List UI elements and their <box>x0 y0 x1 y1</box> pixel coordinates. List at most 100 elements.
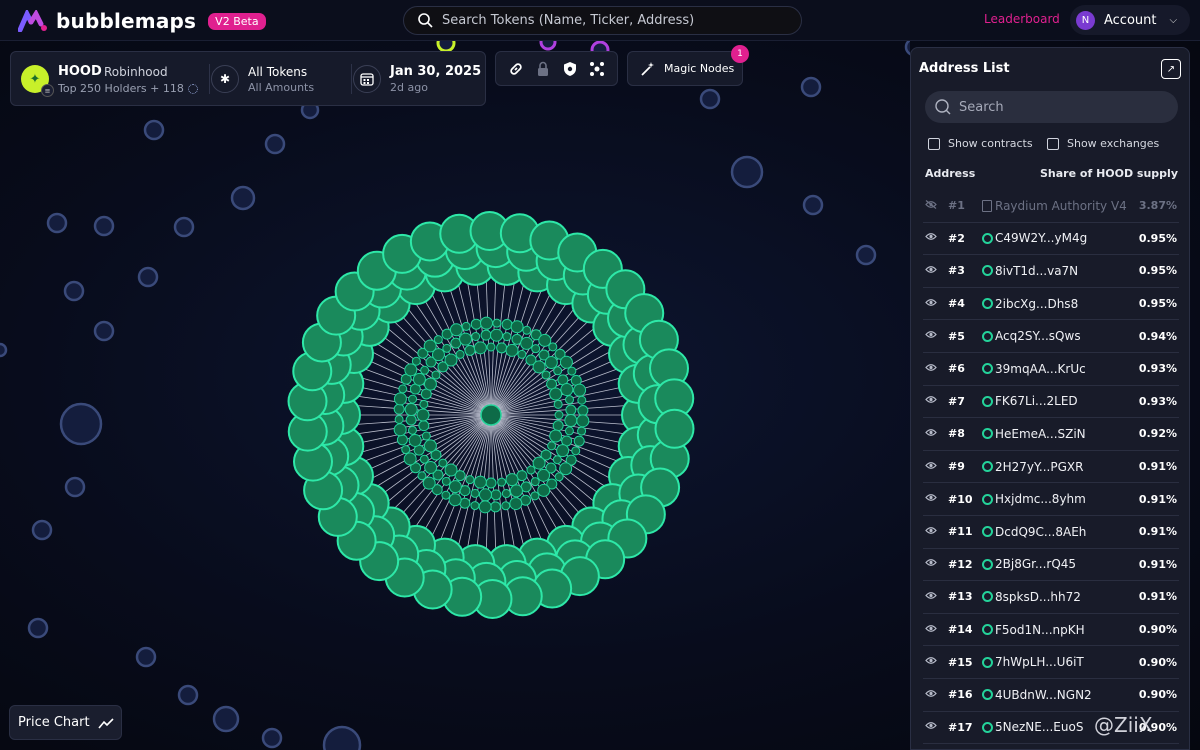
holder-bubble[interactable] <box>444 463 458 477</box>
holder-bubble[interactable] <box>577 405 589 417</box>
address-row[interactable]: #8 HeEmeA...SZiN 0.92% <box>923 418 1179 451</box>
row-address[interactable]: HeEmeA...SZiN <box>995 427 1086 441</box>
show-exchanges-toggle[interactable]: Show exchanges <box>1047 137 1159 150</box>
holder-bubble[interactable] <box>552 420 564 432</box>
holder-bubble[interactable] <box>802 194 824 216</box>
holder-bubble[interactable] <box>730 155 764 189</box>
holder-bubble[interactable] <box>501 489 511 499</box>
address-row[interactable]: #15 7hWpLH...U6iT 0.90% <box>923 646 1179 679</box>
expand-icon[interactable]: ↗ <box>1161 59 1181 79</box>
holder-bubble[interactable] <box>396 434 408 446</box>
holder-bubble[interactable] <box>261 727 283 749</box>
holder-bubble[interactable] <box>532 360 546 374</box>
holder-bubble[interactable] <box>553 366 563 376</box>
holder-bubble[interactable] <box>173 216 195 238</box>
price-chart-button[interactable]: Price Chart <box>9 705 122 740</box>
holder-bubble[interactable] <box>421 431 431 441</box>
share-column-header[interactable]: Share of HOOD supply <box>1040 167 1178 180</box>
row-address[interactable]: 39mqAA...KrUc <box>995 362 1086 376</box>
address-row[interactable]: #6 39mqAA...KrUc 0.93% <box>923 353 1179 386</box>
address-column-header[interactable]: Address <box>925 167 975 180</box>
holder-bubble[interactable] <box>505 473 519 487</box>
holder-bubble[interactable] <box>560 383 574 397</box>
row-address[interactable]: Acq2SY...sQws <box>995 329 1081 343</box>
holder-bubble[interactable] <box>419 399 429 409</box>
holder-bubble[interactable] <box>471 331 481 341</box>
show-contracts-checkbox[interactable] <box>928 137 940 150</box>
holder-bubble[interactable] <box>436 41 456 53</box>
holder-bubble[interactable] <box>576 414 590 428</box>
eye-icon[interactable] <box>925 232 939 244</box>
holder-bubble[interactable] <box>423 377 437 391</box>
holder-bubble[interactable] <box>417 471 427 481</box>
brand-logo[interactable]: bubblemaps V2 Beta <box>18 9 266 33</box>
holder-bubble[interactable] <box>509 484 523 498</box>
holder-bubble[interactable] <box>93 215 115 237</box>
row-address[interactable]: 5NezNE...EuoS <box>995 720 1083 734</box>
leaderboard-link[interactable]: Leaderboard <box>984 12 1060 26</box>
row-address[interactable]: 7hWpLH...U6iT <box>995 655 1084 669</box>
holder-bubble[interactable] <box>559 355 573 369</box>
holder-bubble[interactable] <box>470 501 480 511</box>
eye-icon[interactable] <box>925 298 939 310</box>
holder-bubble[interactable] <box>549 387 563 401</box>
eye-icon[interactable] <box>925 395 939 407</box>
holder-bubble[interactable] <box>420 365 430 375</box>
holder-bubble[interactable] <box>699 88 721 110</box>
holder-bubble[interactable] <box>212 705 240 733</box>
holder-bubble[interactable] <box>448 493 462 507</box>
holder-bubble[interactable] <box>449 323 463 337</box>
holder-bubble[interactable] <box>473 341 487 355</box>
eye-icon[interactable] <box>925 330 939 342</box>
holder-bubble[interactable] <box>322 725 362 750</box>
holder-bubble[interactable] <box>522 325 532 335</box>
holder-bubble[interactable] <box>461 321 471 331</box>
row-address[interactable]: 8spksD...hh72 <box>995 590 1081 604</box>
holder-bubble[interactable] <box>416 408 430 422</box>
holder-bubble[interactable] <box>93 320 115 342</box>
holder-bubble[interactable] <box>800 76 822 98</box>
holder-bubble[interactable] <box>544 355 558 369</box>
holder-bubble[interactable] <box>510 320 524 334</box>
holder-bubble[interactable] <box>531 344 541 354</box>
holder-bubble[interactable] <box>520 336 534 350</box>
holder-bubble[interactable] <box>554 410 564 420</box>
address-search-input[interactable] <box>959 99 1159 115</box>
eye-icon[interactable] <box>925 591 939 603</box>
holder-bubble[interactable] <box>530 491 540 501</box>
holder-bubble[interactable] <box>403 452 417 466</box>
eye-icon[interactable] <box>925 363 939 375</box>
holder-bubble[interactable] <box>537 483 551 497</box>
holder-bubble[interactable] <box>404 402 418 416</box>
holder-bubble[interactable] <box>459 332 473 346</box>
row-address[interactable]: 2H27yY...PGXR <box>995 460 1083 474</box>
account-button[interactable]: N Account ⌵ <box>1070 5 1190 35</box>
token-search-input[interactable] <box>442 13 782 28</box>
link-icon[interactable] <box>505 58 527 80</box>
holder-bubble[interactable] <box>473 475 487 489</box>
calendar-icon[interactable] <box>353 65 381 93</box>
eye-icon[interactable] <box>925 493 939 505</box>
holder-bubble[interactable] <box>654 408 695 449</box>
holder-bubble[interactable] <box>442 343 452 353</box>
address-row[interactable]: #12 2Bj8Gr...rQ45 0.91% <box>923 549 1179 582</box>
holder-bubble[interactable] <box>547 441 557 451</box>
holder-bubble[interactable] <box>418 420 430 432</box>
holder-bubble[interactable] <box>577 426 587 436</box>
holder-bubble[interactable] <box>573 383 587 397</box>
holder-bubble[interactable] <box>539 41 557 51</box>
holder-bubble[interactable] <box>567 366 577 376</box>
holder-bubble[interactable] <box>502 332 512 342</box>
holder-bubble[interactable] <box>480 316 494 330</box>
show-exchanges-checkbox[interactable] <box>1047 137 1059 150</box>
holder-bubble[interactable] <box>490 489 502 501</box>
eye-icon[interactable] <box>925 689 939 701</box>
row-address[interactable]: 2Bj8Gr...rQ45 <box>995 557 1076 571</box>
address-row[interactable]: #10 Hxjdmc...8yhm 0.91% <box>923 483 1179 516</box>
address-row[interactable]: #5 Acq2SY...sQws 0.94% <box>923 320 1179 353</box>
holder-bubble[interactable] <box>63 280 85 302</box>
holder-bubble[interactable] <box>404 363 418 377</box>
eye-icon[interactable] <box>925 558 939 570</box>
holder-bubble[interactable] <box>137 266 159 288</box>
holder-bubble[interactable] <box>565 395 575 405</box>
